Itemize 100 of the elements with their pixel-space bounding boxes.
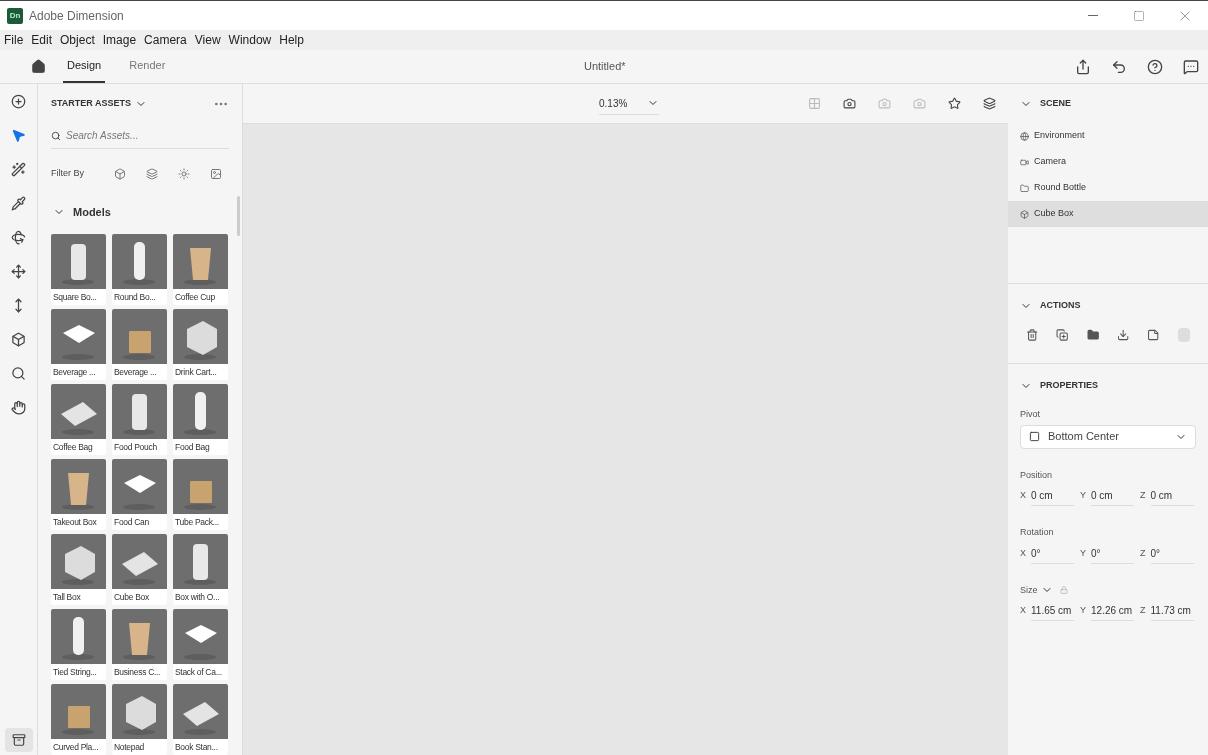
asset-tile[interactable]: Stack of Ca... bbox=[173, 609, 228, 680]
environment-icon bbox=[1020, 131, 1029, 141]
asset-tile[interactable]: Beverage ... bbox=[112, 309, 167, 380]
asset-label: Drink Cart... bbox=[174, 366, 218, 379]
search-icon bbox=[51, 130, 61, 141]
wand-tool-icon[interactable] bbox=[11, 162, 26, 177]
asset-tile[interactable]: Drink Cart... bbox=[173, 309, 228, 380]
minimize-icon bbox=[1088, 15, 1098, 16]
model-filter-icon[interactable] bbox=[114, 167, 126, 180]
asset-tile[interactable]: Food Can bbox=[112, 459, 167, 530]
scene-item[interactable]: Environment bbox=[1008, 123, 1208, 149]
value-field[interactable]: 0 cm bbox=[1091, 486, 1135, 506]
group-icon bbox=[1020, 183, 1029, 193]
axis-label: X bbox=[1020, 546, 1026, 560]
asset-tile[interactable]: Tall Box bbox=[51, 534, 106, 605]
tab[interactable]: Design bbox=[63, 50, 106, 83]
download-icon[interactable] bbox=[1117, 328, 1130, 342]
axis-label: Y bbox=[1080, 546, 1087, 560]
asset-tile[interactable]: Coffee Cup bbox=[173, 234, 228, 305]
value-field[interactable]: 0° bbox=[1150, 543, 1194, 564]
star-icon[interactable] bbox=[948, 97, 961, 110]
material-filter-icon[interactable] bbox=[146, 167, 158, 180]
help-icon[interactable] bbox=[1147, 58, 1163, 75]
feedback-icon[interactable] bbox=[1183, 58, 1199, 75]
menu-item[interactable]: Camera bbox=[144, 31, 187, 49]
axis-label: Z bbox=[1140, 489, 1146, 503]
archive-icon bbox=[11, 733, 26, 747]
light-filter-icon[interactable] bbox=[178, 167, 190, 180]
search-field[interactable]: Search Assets... bbox=[66, 128, 229, 144]
asset-tile[interactable]: Tied String... bbox=[51, 609, 106, 680]
scene-item[interactable]: Cube Box bbox=[1008, 201, 1208, 227]
scene-item[interactable]: Camera bbox=[1008, 149, 1208, 175]
select-tool-icon[interactable] bbox=[11, 128, 26, 143]
asset-label: Book Stan... bbox=[174, 741, 219, 754]
asset-label: Box with O... bbox=[174, 591, 221, 604]
zoom-tool-icon[interactable] bbox=[11, 366, 26, 381]
asset-label: Tied String... bbox=[52, 666, 98, 679]
folder-icon[interactable] bbox=[1086, 328, 1099, 342]
menu-item[interactable]: Window bbox=[228, 31, 272, 49]
asset-tile[interactable]: Notepad bbox=[112, 684, 167, 755]
value-field[interactable]: 0 cm bbox=[1031, 486, 1074, 506]
asset-tile[interactable]: Food Bag bbox=[173, 384, 228, 455]
asset-tile[interactable]: Takeout Box bbox=[51, 459, 106, 530]
orbit-tool-icon[interactable] bbox=[11, 230, 26, 245]
value-field[interactable]: 0° bbox=[1091, 543, 1135, 564]
library-button[interactable] bbox=[4, 728, 33, 752]
asset-tile[interactable]: Box with O... bbox=[173, 534, 228, 605]
asset-tile[interactable]: Coffee Bag bbox=[51, 384, 106, 455]
model-icon bbox=[1020, 209, 1029, 219]
scene-item[interactable]: Round Bottle bbox=[1008, 175, 1208, 201]
note-icon[interactable] bbox=[1147, 328, 1160, 342]
app-logo: Dn bbox=[7, 7, 23, 24]
menu-item[interactable]: Edit bbox=[31, 31, 53, 49]
asset-label: Cube Box bbox=[113, 591, 150, 604]
section-title: ACTIONS bbox=[1040, 299, 1081, 313]
value-field[interactable]: 12.26 cm bbox=[1091, 601, 1135, 621]
axis-label: Y bbox=[1080, 489, 1087, 503]
asset-tile[interactable]: Tube Pack... bbox=[173, 459, 228, 530]
menu-item[interactable]: Object bbox=[60, 31, 95, 49]
asset-tile[interactable]: Square Bo... bbox=[51, 234, 106, 305]
share-icon[interactable] bbox=[1075, 58, 1091, 75]
value-field[interactable]: 11.65 cm bbox=[1031, 601, 1074, 621]
asset-tile[interactable]: Curved Pla... bbox=[51, 684, 106, 755]
duplicate-icon[interactable] bbox=[1056, 328, 1069, 342]
asset-label: Business C... bbox=[113, 666, 162, 679]
menu-item[interactable]: File bbox=[4, 31, 24, 49]
add-tool-icon[interactable] bbox=[11, 94, 26, 109]
menu-item[interactable]: Image bbox=[102, 31, 137, 49]
menu-item[interactable]: View bbox=[194, 31, 221, 49]
home-icon[interactable] bbox=[31, 59, 46, 74]
delete-icon[interactable] bbox=[1026, 328, 1039, 342]
undo-icon[interactable] bbox=[1111, 58, 1127, 75]
asset-label: Square Bo... bbox=[52, 291, 98, 304]
menu-item[interactable]: Help bbox=[279, 31, 304, 49]
hand-tool-icon[interactable] bbox=[11, 400, 26, 415]
section-title: SCENE bbox=[1040, 97, 1071, 111]
asset-tile[interactable]: Beverage ... bbox=[51, 309, 106, 380]
perspective-tool-icon[interactable] bbox=[11, 332, 26, 347]
zoom-dropdown[interactable]: 0.13% bbox=[599, 92, 660, 115]
window-title: Adobe Dimension bbox=[29, 7, 124, 25]
pan-tool-icon[interactable] bbox=[11, 264, 26, 279]
value-field[interactable]: 0 cm bbox=[1150, 486, 1194, 506]
asset-tile[interactable]: Book Stan... bbox=[173, 684, 228, 755]
asset-label: Food Bag bbox=[174, 441, 211, 454]
asset-tile[interactable]: Food Pouch bbox=[112, 384, 167, 455]
camera-icon[interactable] bbox=[843, 97, 856, 110]
field-label: Pivot bbox=[1020, 408, 1041, 421]
tab[interactable]: Render bbox=[125, 50, 170, 83]
value-field[interactable]: 11.73 cm bbox=[1150, 601, 1194, 621]
image-filter-icon[interactable] bbox=[210, 167, 222, 180]
eyedropper-tool-icon[interactable] bbox=[11, 196, 26, 211]
asset-tile[interactable]: Round Bo... bbox=[112, 234, 167, 305]
asset-tile[interactable]: Cube Box bbox=[112, 534, 167, 605]
scrollbar[interactable] bbox=[237, 196, 240, 236]
field-label: Position bbox=[1020, 468, 1053, 482]
asset-tile[interactable]: Business C... bbox=[112, 609, 167, 680]
pivot-dropdown[interactable]: Bottom Center bbox=[1020, 424, 1196, 449]
value-field[interactable]: 0° bbox=[1031, 543, 1074, 564]
asset-label: Stack of Ca... bbox=[174, 666, 223, 679]
section-title: PROPERTIES bbox=[1040, 379, 1098, 393]
